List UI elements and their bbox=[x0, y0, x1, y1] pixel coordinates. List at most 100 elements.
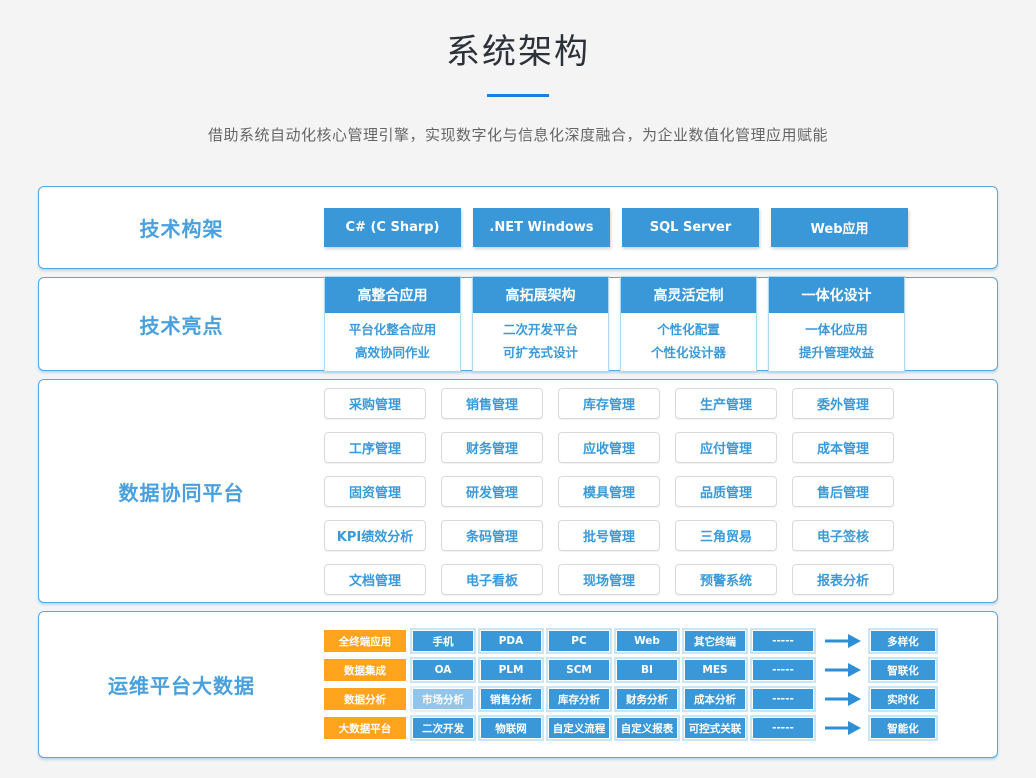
panels-container: 技术构架 C# (C Sharp) .NET Windows SQL Serve… bbox=[0, 186, 1036, 758]
highlight-card-line: 平台化整合应用 bbox=[325, 318, 460, 341]
tech-button-dotnet[interactable]: .NET Windows bbox=[473, 208, 610, 247]
section-bigdata-label: 运维平台大数据 bbox=[39, 670, 324, 699]
bigdata-item-ellipsis: ----- bbox=[752, 688, 814, 710]
bigdata-item: 手机 bbox=[412, 630, 474, 652]
module-chip[interactable]: 生产管理 bbox=[675, 388, 777, 419]
bigdata-item: 财务分析 bbox=[616, 688, 678, 710]
bigdata-result: 多样化 bbox=[870, 630, 936, 652]
bigdata-category: 数据集成 bbox=[324, 659, 406, 681]
bigdata-item: 成本分析 bbox=[684, 688, 746, 710]
module-chip[interactable]: 预警系统 bbox=[675, 564, 777, 595]
module-chip[interactable]: 模具管理 bbox=[558, 476, 660, 507]
highlight-card: 一体化设计 一体化应用 提升管理效益 bbox=[768, 276, 905, 372]
bigdata-item: SCM bbox=[548, 659, 610, 681]
bigdata-item: PLM bbox=[480, 659, 542, 681]
bigdata-item: 其它终端 bbox=[684, 630, 746, 652]
highlight-card: 高整合应用 平台化整合应用 高效协同作业 bbox=[324, 276, 461, 372]
module-chip[interactable]: 品质管理 bbox=[675, 476, 777, 507]
bigdata-item: 库存分析 bbox=[548, 688, 610, 710]
module-chip[interactable]: 研发管理 bbox=[441, 476, 543, 507]
module-chip[interactable]: 三角贸易 bbox=[675, 520, 777, 551]
module-chip[interactable]: KPI绩效分析 bbox=[324, 520, 426, 551]
highlight-card-line: 个性化配置 bbox=[621, 318, 756, 341]
module-chip[interactable]: 成本管理 bbox=[792, 432, 894, 463]
highlight-card: 高灵活定制 个性化配置 个性化设计器 bbox=[620, 276, 757, 372]
highlight-card: 高拓展架构 二次开发平台 可扩充式设计 bbox=[472, 276, 609, 372]
tech-stack-buttons: C# (C Sharp) .NET Windows SQL Server Web… bbox=[324, 208, 908, 247]
highlight-card-body: 一体化应用 提升管理效益 bbox=[769, 313, 904, 371]
bigdata-item: MES bbox=[684, 659, 746, 681]
highlight-card-title: 高灵活定制 bbox=[621, 277, 756, 313]
module-chip[interactable]: 应付管理 bbox=[675, 432, 777, 463]
module-chip[interactable]: 报表分析 bbox=[792, 564, 894, 595]
section-bigdata: 运维平台大数据 全终端应用 手机 PDA PC Web 其它终端 ----- 多… bbox=[38, 611, 998, 758]
module-chip[interactable]: 应收管理 bbox=[558, 432, 660, 463]
bigdata-item: BI bbox=[616, 659, 678, 681]
module-chip[interactable]: 采购管理 bbox=[324, 388, 426, 419]
tech-button-sqlserver[interactable]: SQL Server bbox=[622, 208, 759, 247]
section-tech-stack-label: 技术构架 bbox=[39, 213, 324, 242]
highlight-card-line: 二次开发平台 bbox=[473, 318, 608, 341]
bigdata-category: 数据分析 bbox=[324, 688, 406, 710]
bigdata-item: OA bbox=[412, 659, 474, 681]
bigdata-item: 自定义流程 bbox=[548, 717, 610, 739]
highlight-card-body: 个性化配置 个性化设计器 bbox=[621, 313, 756, 371]
tech-button-csharp[interactable]: C# (C Sharp) bbox=[324, 208, 461, 247]
bigdata-item-ellipsis: ----- bbox=[752, 717, 814, 739]
bigdata-item: 销售分析 bbox=[480, 688, 542, 710]
module-chip[interactable]: 财务管理 bbox=[441, 432, 543, 463]
module-chip[interactable]: 库存管理 bbox=[558, 388, 660, 419]
arrow-right-icon bbox=[825, 633, 861, 649]
bigdata-item: 可控式关联 bbox=[684, 717, 746, 739]
bigdata-item: 市场分析 bbox=[412, 688, 474, 710]
module-chip[interactable]: 批号管理 bbox=[558, 520, 660, 551]
highlight-card-body: 平台化整合应用 高效协同作业 bbox=[325, 313, 460, 371]
module-chip[interactable]: 文档管理 bbox=[324, 564, 426, 595]
bigdata-item-ellipsis: ----- bbox=[752, 659, 814, 681]
bigdata-item: PC bbox=[548, 630, 610, 652]
arrow-right-icon bbox=[825, 662, 861, 678]
bigdata-result: 智联化 bbox=[870, 659, 936, 681]
bigdata-row-analysis: 数据分析 市场分析 销售分析 库存分析 财务分析 成本分析 ----- 实时化 bbox=[324, 688, 936, 710]
highlight-card-title: 高整合应用 bbox=[325, 277, 460, 313]
highlight-card-line: 可扩充式设计 bbox=[473, 341, 608, 364]
section-tech-stack: 技术构架 C# (C Sharp) .NET Windows SQL Serve… bbox=[38, 186, 998, 269]
module-chip[interactable]: 委外管理 bbox=[792, 388, 894, 419]
highlight-card-title: 高拓展架构 bbox=[473, 277, 608, 313]
bigdata-item: 自定义报表 bbox=[616, 717, 678, 739]
arrow-right-icon bbox=[825, 720, 861, 736]
module-chip[interactable]: 电子签核 bbox=[792, 520, 894, 551]
bigdata-row-integration: 数据集成 OA PLM SCM BI MES ----- 智联化 bbox=[324, 659, 936, 681]
highlight-cards: 高整合应用 平台化整合应用 高效协同作业 高拓展架构 二次开发平台 可扩充式设计… bbox=[324, 276, 905, 372]
section-highlights-label: 技术亮点 bbox=[39, 310, 324, 339]
bigdata-result: 智能化 bbox=[870, 717, 936, 739]
module-chip[interactable]: 现场管理 bbox=[558, 564, 660, 595]
bigdata-item: 二次开发 bbox=[412, 717, 474, 739]
bigdata-row-terminals: 全终端应用 手机 PDA PC Web 其它终端 ----- 多样化 bbox=[324, 630, 936, 652]
page-subtitle: 借助系统自动化核心管理引擎，实现数字化与信息化深度融合，为企业数值化管理应用赋能 bbox=[0, 124, 1036, 145]
page-title: 系统架构 bbox=[0, 24, 1036, 73]
highlight-card-line: 高效协同作业 bbox=[325, 341, 460, 364]
bigdata-result: 实时化 bbox=[870, 688, 936, 710]
bigdata-rows: 全终端应用 手机 PDA PC Web 其它终端 ----- 多样化 数据集成 … bbox=[324, 630, 936, 739]
bigdata-item: PDA bbox=[480, 630, 542, 652]
section-platform-label: 数据协同平台 bbox=[39, 477, 324, 506]
tech-button-web[interactable]: Web应用 bbox=[771, 208, 908, 247]
module-chip[interactable]: 条码管理 bbox=[441, 520, 543, 551]
module-chip[interactable]: 工序管理 bbox=[324, 432, 426, 463]
module-chip[interactable]: 固资管理 bbox=[324, 476, 426, 507]
module-chip[interactable]: 电子看板 bbox=[441, 564, 543, 595]
platform-modules-grid: 采购管理 销售管理 库存管理 生产管理 委外管理 工序管理 财务管理 应收管理 … bbox=[324, 388, 894, 595]
highlight-card-line: 一体化应用 bbox=[769, 318, 904, 341]
bigdata-item-ellipsis: ----- bbox=[752, 630, 814, 652]
page-header: 系统架构 借助系统自动化核心管理引擎，实现数字化与信息化深度融合，为企业数值化管… bbox=[0, 0, 1036, 145]
module-chip[interactable]: 售后管理 bbox=[792, 476, 894, 507]
bigdata-row-platform: 大数据平台 二次开发 物联网 自定义流程 自定义报表 可控式关联 ----- 智… bbox=[324, 717, 936, 739]
title-divider bbox=[487, 94, 549, 97]
bigdata-category: 全终端应用 bbox=[324, 630, 406, 652]
module-chip[interactable]: 销售管理 bbox=[441, 388, 543, 419]
highlight-card-line: 提升管理效益 bbox=[769, 341, 904, 364]
section-platform: 数据协同平台 采购管理 销售管理 库存管理 生产管理 委外管理 工序管理 财务管… bbox=[38, 379, 998, 603]
bigdata-category: 大数据平台 bbox=[324, 717, 406, 739]
bigdata-item: Web bbox=[616, 630, 678, 652]
